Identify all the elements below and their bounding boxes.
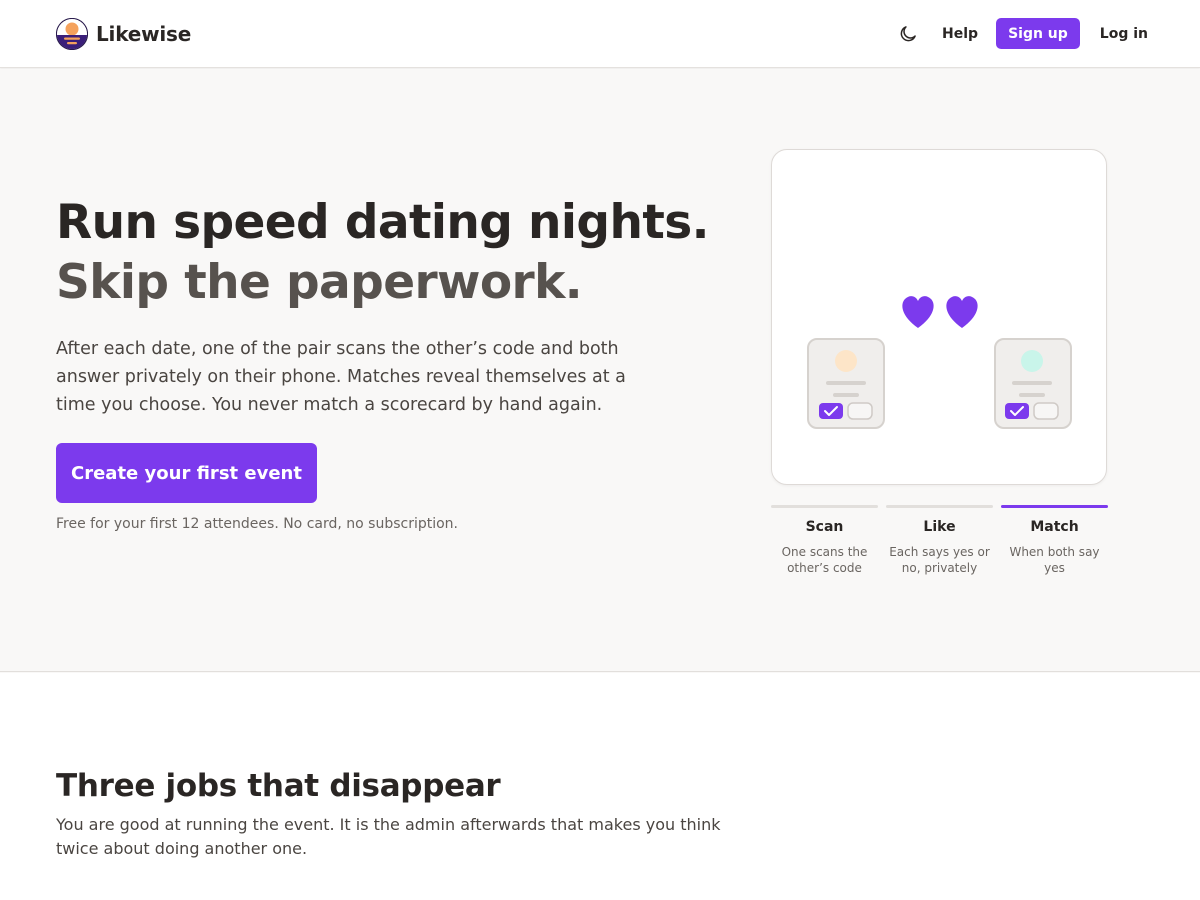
phone-card: [807, 338, 885, 429]
step-title: Like: [923, 519, 956, 535]
step-progress-bar: [886, 505, 993, 508]
step-description: One scans the other’s code: [781, 545, 868, 575]
step-progress-bar: [1001, 505, 1108, 508]
section-description: You are good at running the event. It is…: [56, 815, 721, 858]
hero-title-line2: Skip the paperwork.: [56, 255, 583, 310]
heart-icon: [902, 296, 934, 328]
step-like: Like Each says yes or no, privately: [886, 505, 993, 576]
match-illustration: [771, 149, 1107, 485]
features-section: Three jobs that disappear You are good a…: [0, 673, 1200, 900]
heart-icon: [946, 296, 978, 328]
theme-toggle-button[interactable]: [896, 22, 920, 46]
illustration-graphic: [807, 296, 1072, 429]
step-title: Match: [1030, 519, 1079, 535]
signup-button[interactable]: Sign up: [996, 18, 1080, 49]
help-link[interactable]: Help: [942, 26, 978, 42]
brand-name: Likewise: [96, 22, 192, 46]
create-event-button[interactable]: Create your first event: [56, 443, 317, 503]
login-link[interactable]: Log in: [1100, 26, 1148, 42]
hero-title-line1: Run speed dating nights.: [56, 195, 709, 250]
step-progress-bar: [771, 505, 878, 508]
hero-title: Run speed dating nights. Skip the paperw…: [56, 193, 709, 313]
section-title: Three jobs that disappear: [56, 768, 501, 804]
step-scan: Scan One scans the other’s code: [771, 505, 878, 576]
phone-card: [994, 338, 1072, 429]
step-title: Scan: [805, 519, 844, 535]
step-description: Each says yes or no, privately: [889, 545, 990, 575]
hero-description: After each date, one of the pair scans t…: [56, 339, 626, 415]
step-description: When both say yes: [1009, 545, 1100, 575]
process-steps: Scan One scans the other’s code Like Eac…: [771, 505, 1108, 585]
likewise-logo-icon: [56, 18, 88, 50]
top-nav: Help Sign up Log in: [896, 17, 1148, 50]
brand-link[interactable]: Likewise: [56, 17, 191, 51]
moon-icon: [900, 25, 916, 41]
site-header: Likewise Help Sign up Log in: [0, 0, 1200, 68]
pricing-note: Free for your first 12 attendees. No car…: [56, 516, 459, 532]
hero-section: Run speed dating nights. Skip the paperw…: [0, 69, 1200, 672]
step-match: Match When both say yes: [1001, 505, 1108, 576]
